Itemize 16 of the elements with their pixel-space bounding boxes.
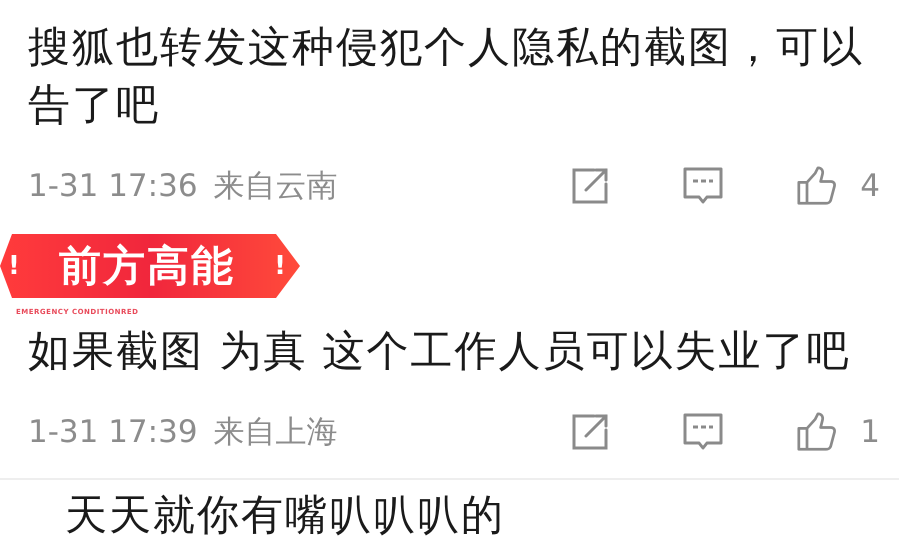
comment-text: 搜狐也转发这种侵犯个人隐私的截图，可以告了吧 [28, 21, 865, 131]
comment-text: 如果截图 为真 这个工作人员可以失业了吧 [28, 325, 852, 377]
comment-icon[interactable] [682, 412, 724, 452]
share-icon[interactable] [570, 166, 610, 206]
share-icon[interactable] [570, 412, 610, 452]
like-count: 4 [860, 168, 880, 204]
banner-title: 前方高能 [59, 240, 235, 292]
comment-location: 来自上海 [214, 413, 338, 452]
comment-time: 1-31 17:39 [28, 414, 198, 450]
like-count: 1 [860, 414, 880, 450]
comment-icon[interactable] [682, 166, 724, 206]
comment-location: 来自云南 [214, 167, 338, 206]
comment-time: 1-31 17:36 [28, 168, 198, 204]
reply-text: 天天就你有嘴叭叭叭的 [65, 492, 506, 538]
exclamation-mark: ! [8, 251, 20, 281]
exclamation-mark: ! [274, 251, 286, 281]
